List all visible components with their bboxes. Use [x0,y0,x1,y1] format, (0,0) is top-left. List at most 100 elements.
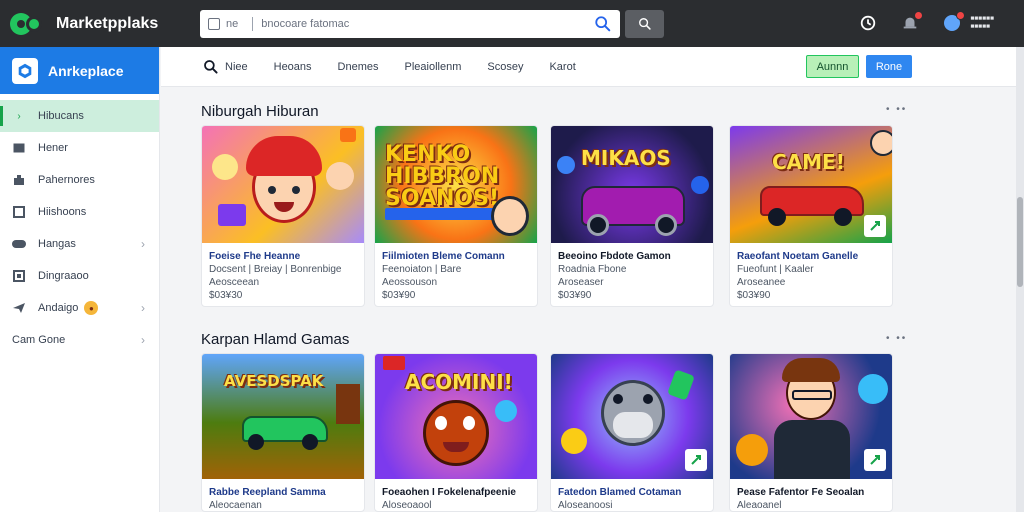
user-avatar-icon[interactable] [940,11,966,35]
chevron-right-icon: › [141,237,145,251]
sidebar-item-label: Hibucans [38,110,84,122]
tab-pleaiollenm[interactable]: Pleaiollenm [405,61,462,73]
play-icon[interactable] [864,215,886,237]
notification-dot [914,11,924,20]
tab-dnemes[interactable]: Dnemes [338,61,379,73]
game-thumbnail: MIKAOS [551,126,713,243]
search-input[interactable] [261,18,594,30]
tab-niee[interactable]: Niee [225,61,248,73]
game-price: $03¥90 [558,290,592,301]
divider [252,17,254,31]
gamepad-icon [12,237,26,251]
game-publisher: Aleocaenan [209,500,262,511]
brand-logo-icon [10,11,46,37]
chevron-right-icon: › [141,333,145,347]
main-header: Niee Heoans Dnemes Pleaiollenm Scosey Ka… [161,47,1016,87]
box-icon [12,269,26,283]
game-thumbnail: ACOMINI! [375,354,537,479]
user-menu[interactable]: ■■■■■■ ■■■■■ [940,11,994,35]
game-card[interactable]: CAME! Raeofant Noetam Ganelle Fueofunt |… [729,125,893,307]
game-thumbnail [730,354,892,479]
sidebar-item-hener[interactable]: Hener [0,132,159,164]
scrollbar[interactable] [1016,47,1024,512]
game-publisher: Aloseanoosi [558,500,613,511]
more-dots-icon[interactable]: • •• [886,333,907,344]
green-action-button[interactable]: Aunnn [806,55,859,78]
sidebar-title: Anrkeplace [48,62,124,79]
scrollbar-thumb[interactable] [1017,197,1023,287]
game-publisher: Aeosceean [209,277,260,288]
card-icon [12,141,26,155]
game-thumbnail: AVESDSPAK [202,354,364,479]
notification-bell-icon[interactable] [898,11,924,35]
tab-heoans[interactable]: Heoans [274,61,312,73]
section-title: Niburgah Hiburan [201,103,319,120]
sidebar-item-hiishoons[interactable]: Hiishoons [0,196,159,228]
game-genre: Docsent | Breiay | Bonrenbige [209,264,342,275]
game-card[interactable]: KENKO HIBBRON SOANOS! Fiilmioten Bleme C… [374,125,538,307]
game-thumbnail: CAME! [730,126,892,243]
game-card[interactable]: Pease Fafentor Fe Seoalan Aleaoanel [729,353,893,512]
game-thumbnail: KENKO HIBBRON SOANOS! [375,126,537,243]
brand[interactable]: Marketpplaks [0,11,190,37]
history-icon[interactable] [856,11,880,35]
search-bar[interactable]: ne [200,10,620,38]
play-icon[interactable] [685,449,707,471]
sidebar-item-label: Hener [38,142,68,154]
search-icon[interactable] [594,15,612,33]
game-price: $03¥90 [382,290,416,301]
blue-action-button[interactable]: Rone [866,55,912,78]
search-icon[interactable] [203,59,219,75]
game-card[interactable]: ACOMINI! Foeaohen I Fokelenafpeenie Alos… [374,353,538,512]
game-title: Foeaohen I Fokelenafpeenie [382,487,516,498]
game-art-logo: CAME! [772,150,845,174]
sidebar-item-cam-gone[interactable]: Cam Gone › [0,324,159,356]
game-genre: Feenoiaton | Bare [382,264,462,275]
game-title: Fatedon Blamed Cotaman [558,487,682,498]
game-card[interactable]: AVESDSPAK Rabbe Reepland Samma Aleocaena… [201,353,365,512]
game-title: Pease Fafentor Fe Seoalan [737,487,865,498]
sidebar-item-hibucans[interactable]: › Hibucans [0,100,159,132]
more-dots-icon[interactable]: • •• [886,104,907,115]
search-button[interactable] [625,10,664,38]
top-icons: ■■■■■■ ■■■■■ [856,11,994,35]
game-genre: Fueofunt | Kaaler [737,264,814,275]
game-thumbnail [202,126,364,243]
sidebar-item-label: Andaigo [38,302,79,314]
game-art-logo: ACOMINI! [405,370,513,394]
game-publisher: Aroseaser [558,277,604,288]
game-title: Raeofant Noetam Ganelle [737,251,859,262]
play-icon[interactable] [864,449,886,471]
sidebar-item-pahernores[interactable]: Pahernores [0,164,159,196]
search-icon [638,18,651,30]
marketplace-logo-icon [12,57,38,84]
game-card[interactable]: Fatedon Blamed Cotaman Aloseanoosi [550,353,714,512]
sidebar-header[interactable]: Anrkeplace [0,47,159,94]
coin-badge-icon: ● [84,301,99,315]
search-scope[interactable]: ne [226,18,238,30]
game-publisher: Aloseoaool [382,500,432,511]
game-publisher: Aeossouson [382,277,438,288]
sidebar-item-label: Hiishoons [38,206,87,218]
sidebar-item-hangas[interactable]: Hangas › [0,228,159,260]
plane-icon [12,301,26,315]
tab-scosey[interactable]: Scosey [487,61,523,73]
game-card[interactable]: MIKAOS Beeoino Fbdote Gamon Roadnia Fbon… [550,125,714,307]
sidebar-item-label: Dingraaoo [38,270,89,282]
top-bar: Marketpplaks ne ■■■■■■■■■■■ [0,0,1024,47]
game-title: Rabbe Reepland Samma [209,487,326,498]
sidebar-item-andaigo[interactable]: Andaigo ● › [0,292,159,324]
sidebar-item-dingraaoo[interactable]: Dingraaoo [0,260,159,292]
game-card[interactable]: Foeise Fhe Heanne Docsent | Breiay | Bon… [201,125,365,307]
square-icon [12,205,26,219]
game-publisher: Aleaoanel [737,500,782,511]
game-genre: Roadnia Fbone [558,264,627,275]
chevron-right-icon: › [17,110,21,122]
game-thumbnail [551,354,713,479]
grid-icon[interactable] [208,18,220,30]
user-status-dot [956,11,966,20]
sidebar-item-label: Pahernores [38,174,95,186]
tab-karot[interactable]: Karot [549,61,575,73]
sidebar-item-label: Cam Gone [12,334,66,346]
game-title: Foeise Fhe Heanne [209,251,301,262]
